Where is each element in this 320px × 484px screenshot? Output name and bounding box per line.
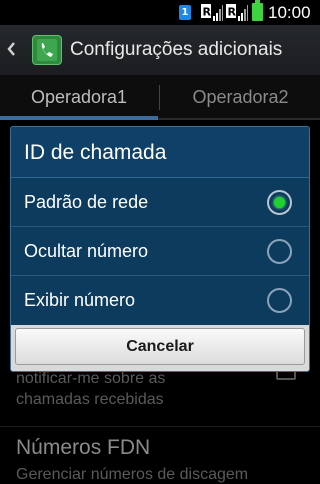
caller-id-dialog: ID de chamada Padrão de rede Ocultar núm…: [10, 126, 310, 372]
radio-selected-icon[interactable]: [267, 190, 292, 215]
option-label: Padrão de rede: [24, 192, 149, 212]
option-hide-number[interactable]: Ocultar número: [11, 227, 309, 276]
status-bar: 1 R R 10:00: [0, 0, 320, 25]
radio-unselected-icon[interactable]: [267, 288, 292, 313]
tab-bar: Operadora1 Operadora2: [0, 75, 320, 120]
option-show-number[interactable]: Exibir número: [11, 276, 309, 325]
sim-slot-icon: 1: [179, 5, 191, 20]
list-divider: [0, 426, 320, 427]
app-bar: Configurações adicionais: [0, 25, 320, 75]
setting-title-fdn[interactable]: Números FDN: [16, 436, 150, 460]
chevron-left-icon[interactable]: [7, 42, 16, 56]
tab-operadora2[interactable]: Operadora2: [161, 75, 320, 120]
setting-subtitle: notificar-me sobre as chamadas recebidas: [16, 370, 166, 408]
radio-dot: [274, 197, 285, 208]
option-label: Ocultar número: [24, 241, 149, 261]
page-title: Configurações adicionais: [70, 39, 283, 60]
phone-icon[interactable]: [32, 35, 62, 65]
radio-unselected-icon[interactable]: [267, 239, 292, 264]
dialog-title: ID de chamada: [11, 127, 309, 177]
roaming-label: R: [203, 6, 212, 19]
cancel-button[interactable]: Cancelar: [15, 328, 305, 365]
option-label: Exibir número: [24, 290, 136, 310]
battery-icon: [252, 0, 263, 21]
option-network-default[interactable]: Padrão de rede: [11, 178, 309, 227]
signal-sim1-icon: R: [201, 4, 223, 21]
setting-subtitle-fdn: Gerenciar números de discagem: [16, 466, 249, 483]
signal-sim2-icon: R: [226, 4, 248, 21]
roaming-label: R: [228, 6, 237, 19]
status-clock: 10:00: [268, 3, 311, 22]
tab-divider: [159, 85, 160, 110]
dialog-footer: Cancelar: [11, 325, 309, 371]
tab-operadora1[interactable]: Operadora1: [0, 75, 158, 120]
